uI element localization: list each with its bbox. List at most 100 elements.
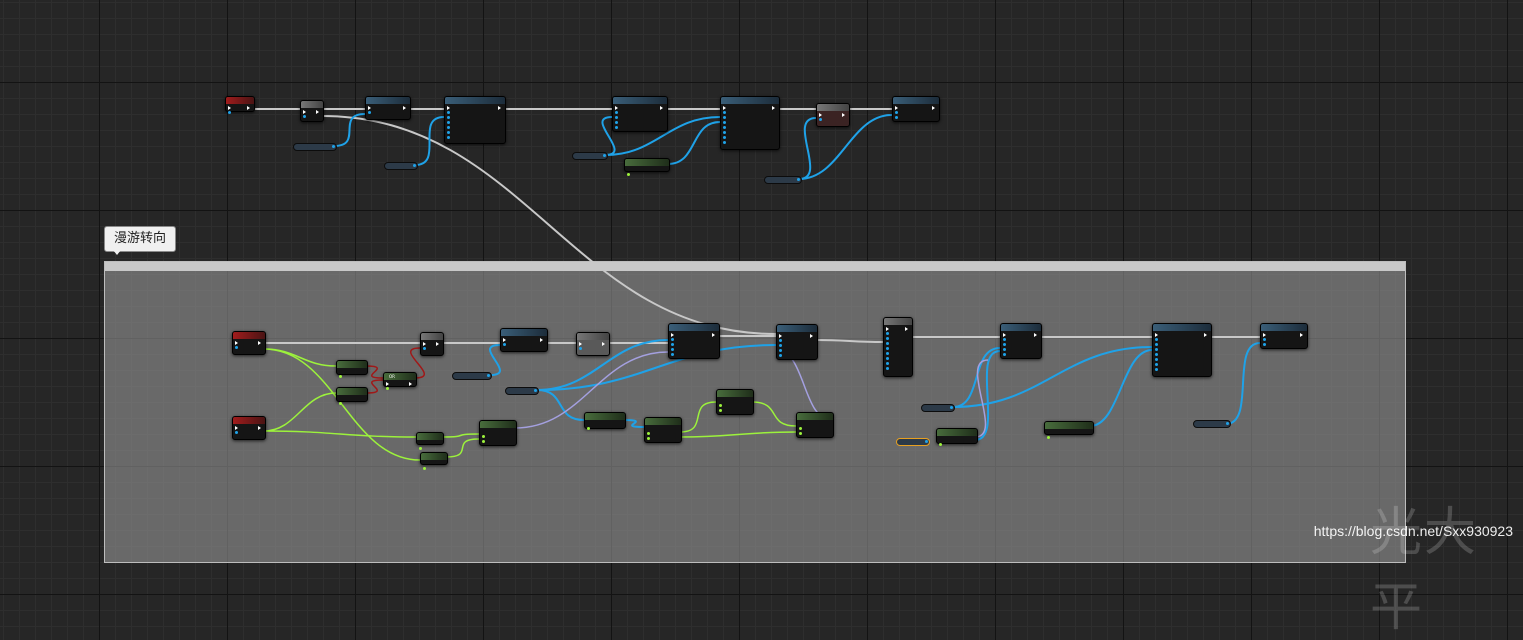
data-pin[interactable]	[447, 111, 450, 114]
data-pin[interactable]	[723, 121, 726, 124]
data-pin[interactable]	[423, 467, 426, 470]
func-c-bottom-node[interactable]	[1000, 323, 1042, 359]
data-pin[interactable]	[1263, 338, 1266, 341]
data-pin[interactable]	[447, 121, 450, 124]
exec-in-pin[interactable]	[579, 342, 582, 346]
func-a-mid-node[interactable]	[668, 323, 720, 359]
exec-in-pin[interactable]	[503, 338, 506, 342]
data-pin[interactable]	[1047, 436, 1050, 439]
comment-title-bar[interactable]	[105, 262, 1405, 271]
data-pin[interactable]	[723, 131, 726, 134]
exec-in-pin[interactable]	[1003, 333, 1006, 337]
data-pin[interactable]	[579, 347, 582, 350]
data-pin[interactable]	[1155, 368, 1158, 371]
exec-out-pin[interactable]	[905, 327, 908, 331]
data-pin[interactable]	[235, 431, 238, 434]
compare-2-node[interactable]	[336, 387, 368, 402]
data-pin[interactable]	[1155, 353, 1158, 356]
data-pin[interactable]	[1003, 338, 1006, 341]
data-pin[interactable]	[447, 136, 450, 139]
pill-mesh-top[interactable]	[293, 143, 337, 151]
exec-in-pin[interactable]	[423, 342, 426, 346]
data-pin[interactable]	[723, 136, 726, 139]
data-pin[interactable]	[1003, 343, 1006, 346]
exec-in-pin[interactable]	[1155, 333, 1158, 337]
data-pin[interactable]	[447, 126, 450, 129]
get-actor-mid-node[interactable]	[584, 412, 626, 429]
data-pin[interactable]	[719, 409, 722, 412]
comment-bubble[interactable]: 漫游转向	[104, 226, 177, 252]
data-pin[interactable]	[447, 116, 450, 119]
exec-out-pin[interactable]	[409, 382, 412, 386]
get-player-controller-top-node[interactable]	[624, 158, 670, 172]
data-pin[interactable]	[779, 354, 782, 357]
exec-out-pin[interactable]	[540, 338, 543, 342]
data-pin[interactable]	[647, 437, 650, 440]
data-pin[interactable]	[1263, 343, 1266, 346]
data-pin[interactable]	[339, 402, 342, 405]
exec-out-pin[interactable]	[258, 426, 261, 430]
exec-in-pin[interactable]	[779, 334, 782, 338]
data-pin[interactable]	[671, 353, 674, 356]
data-pin[interactable]	[723, 116, 726, 119]
data-pin[interactable]	[419, 447, 422, 450]
data-pin[interactable]	[779, 344, 782, 347]
data-pin[interactable]	[303, 115, 306, 118]
comment-box[interactable]	[104, 261, 1406, 563]
data-pin[interactable]	[671, 338, 674, 341]
data-pin[interactable]	[819, 118, 822, 121]
data-pin[interactable]	[1155, 348, 1158, 351]
data-pin[interactable]	[368, 111, 371, 114]
exec-out-pin[interactable]	[316, 110, 319, 114]
data-pin[interactable]	[482, 440, 485, 443]
data-pin[interactable]	[534, 389, 537, 392]
exec-in-pin[interactable]	[671, 333, 674, 337]
data-pin[interactable]	[603, 154, 606, 157]
data-pin[interactable]	[228, 111, 231, 114]
data-pin[interactable]	[799, 432, 802, 435]
exec-in-pin[interactable]	[447, 106, 450, 110]
compare-1-node[interactable]	[336, 360, 368, 375]
get-player-controller-bottom-node[interactable]	[1044, 421, 1094, 435]
data-pin[interactable]	[647, 432, 650, 435]
data-pin[interactable]	[925, 440, 928, 443]
exec-in-pin[interactable]	[886, 327, 889, 331]
data-pin[interactable]	[386, 387, 389, 390]
data-pin[interactable]	[895, 111, 898, 114]
data-pin[interactable]	[339, 375, 342, 378]
data-pin[interactable]	[1003, 353, 1006, 356]
pill-mesh-mid[interactable]	[452, 372, 492, 380]
data-pin[interactable]	[886, 367, 889, 370]
data-pin[interactable]	[939, 443, 942, 446]
exec-out-pin[interactable]	[498, 106, 501, 110]
func-b-mid-node[interactable]	[776, 324, 818, 360]
exec-in-pin[interactable]	[1263, 333, 1266, 337]
data-pin[interactable]	[779, 349, 782, 352]
exec-in-pin[interactable]	[615, 106, 618, 110]
data-pin[interactable]	[950, 406, 953, 409]
data-pin[interactable]	[895, 116, 898, 119]
exec-out-pin[interactable]	[1300, 333, 1303, 337]
exec-out-pin[interactable]	[602, 342, 605, 346]
data-pin[interactable]	[723, 126, 726, 129]
data-pin[interactable]	[723, 141, 726, 144]
data-pin[interactable]	[423, 347, 426, 350]
exec-out-pin[interactable]	[436, 342, 439, 346]
data-pin[interactable]	[886, 332, 889, 335]
data-pin[interactable]	[671, 343, 674, 346]
data-pin[interactable]	[1155, 338, 1158, 341]
data-pin[interactable]	[799, 427, 802, 430]
data-pin[interactable]	[1155, 363, 1158, 366]
data-pin[interactable]	[671, 348, 674, 351]
and-1-node[interactable]	[416, 432, 444, 445]
data-pin[interactable]	[886, 362, 889, 365]
data-pin[interactable]	[332, 145, 335, 148]
data-pin[interactable]	[719, 404, 722, 407]
data-pin[interactable]	[447, 131, 450, 134]
data-pin[interactable]	[615, 121, 618, 124]
data-pin[interactable]	[627, 173, 630, 176]
exec-in-pin[interactable]	[386, 382, 389, 386]
data-pin[interactable]	[1155, 343, 1158, 346]
data-pin[interactable]	[1003, 348, 1006, 351]
exec-out-pin[interactable]	[932, 106, 935, 110]
